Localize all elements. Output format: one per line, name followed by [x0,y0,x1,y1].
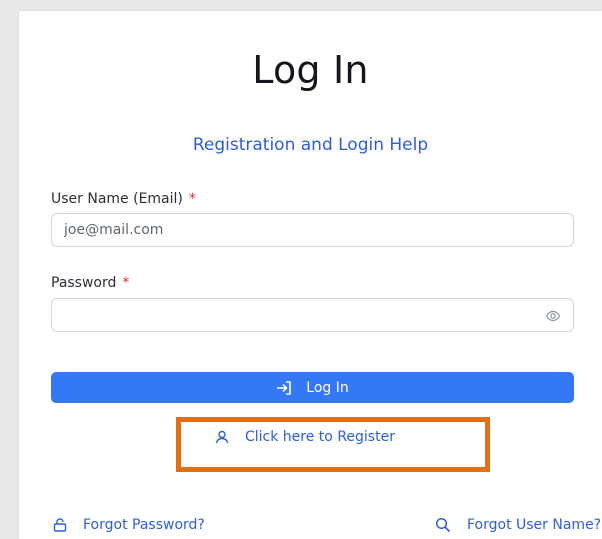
forgot-password-label: Forgot Password? [83,517,205,533]
password-label-text: Password [51,275,117,291]
register-highlight-box [176,417,490,472]
required-mark: * [122,275,130,291]
username-input[interactable] [52,214,573,246]
username-label: User Name (Email) * [51,191,196,207]
password-field[interactable] [51,298,574,332]
search-icon [435,517,451,533]
forgot-username-link[interactable]: Forgot User Name? [435,517,601,533]
forgot-password-link[interactable]: Forgot Password? [53,517,205,533]
login-button[interactable]: Log In [51,372,574,403]
login-arrow-icon [277,380,292,395]
lock-icon [53,518,67,532]
eye-icon[interactable] [545,308,561,324]
required-mark: * [188,191,196,207]
password-label: Password * [51,275,129,291]
username-field[interactable] [51,213,574,247]
forgot-username-label: Forgot User Name? [467,517,602,533]
login-button-label: Log In [306,379,349,396]
password-input[interactable] [52,299,573,331]
username-label-text: User Name (Email) [51,191,183,207]
registration-help-link[interactable]: Registration and Login Help [19,135,602,155]
page-title: Log In [252,48,369,92]
